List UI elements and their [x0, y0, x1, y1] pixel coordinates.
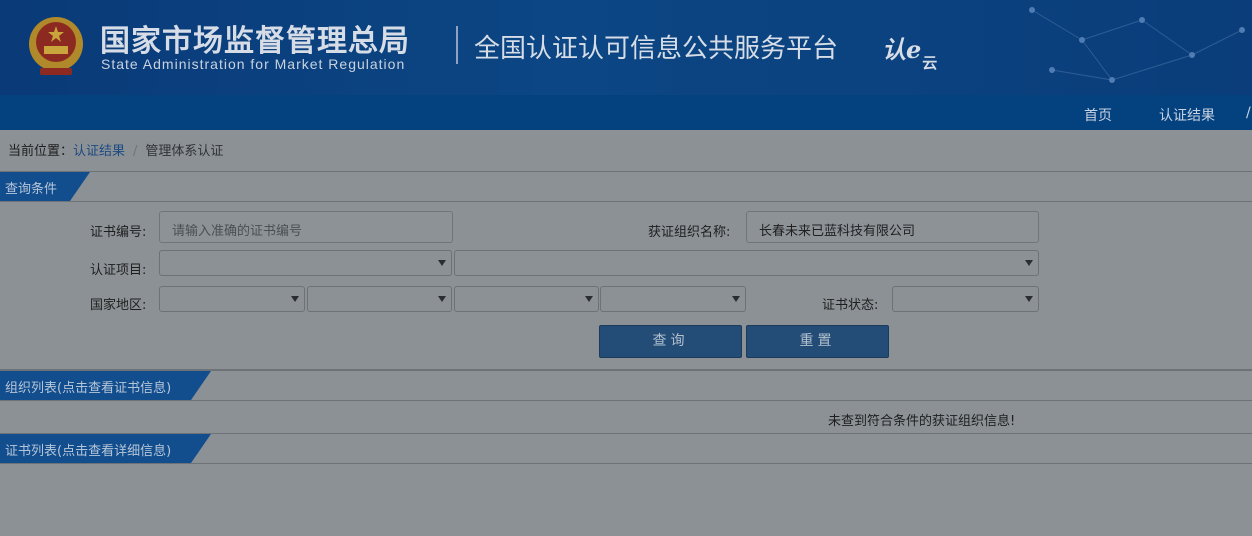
region-select-district[interactable] — [600, 286, 746, 312]
cert-no-input[interactable]: 请输入准确的证书编号 — [159, 211, 453, 243]
cert-project-select-secondary[interactable] — [454, 250, 1039, 276]
search-button[interactable]: 查询 — [599, 325, 742, 358]
agency-name-cn: 国家市场监督管理总局 — [100, 24, 410, 59]
nav-item-home[interactable]: 首页 — [1084, 105, 1112, 125]
national-emblem-logo — [29, 17, 83, 75]
query-section-title: 查询条件 — [5, 182, 58, 197]
logo-text-sub: 云 — [922, 54, 938, 72]
org-list-section-header: 组织列表(点击查看证书信息) — [0, 369, 1252, 401]
chevron-down-icon — [732, 296, 740, 302]
cert-project-select-primary[interactable] — [159, 250, 452, 276]
org-name-input[interactable]: 长春未来已蓝科技有限公司 — [746, 211, 1039, 243]
cert-status-label: 证书状态: — [822, 298, 879, 313]
chevron-down-icon — [1025, 260, 1033, 266]
breadcrumb-prefix: 当前位置： — [8, 144, 74, 159]
cert-list-section-tab: 证书列表(点击查看详细信息) — [0, 434, 211, 463]
region-select-country[interactable] — [159, 286, 305, 312]
chevron-down-icon — [585, 296, 593, 302]
nav-item-cert-results[interactable]: 认证结果 — [1159, 105, 1215, 125]
breadcrumb-link-cert-results[interactable]: 认证结果 — [73, 144, 125, 159]
breadcrumb-current: 管理体系认证 — [145, 144, 224, 159]
org-list-section-title: 组织列表(点击查看证书信息) — [5, 381, 172, 396]
platform-title: 全国认证认可信息公共服务平台 — [474, 34, 839, 64]
breadcrumb: 当前位置：认证结果 / 管理体系认证 — [8, 140, 223, 159]
org-name-label: 获证组织名称: — [648, 225, 731, 240]
org-list-empty-message: 未查到符合条件的获证组织信息! — [828, 414, 1016, 429]
chevron-down-icon — [438, 296, 446, 302]
header-divider — [456, 26, 458, 64]
cert-project-label: 认证项目: — [90, 263, 147, 278]
cert-list-section-title: 证书列表(点击查看详细信息) — [5, 444, 172, 459]
nav-item-more[interactable]: / — [1246, 105, 1251, 121]
breadcrumb-separator: / — [133, 144, 138, 159]
chevron-down-icon — [438, 260, 446, 266]
region-label: 国家地区: — [90, 298, 147, 313]
agency-name-en: State Administration for Market Regulati… — [101, 56, 406, 72]
network-pattern-decoration — [1029, 7, 1245, 83]
cert-no-label: 证书编号: — [90, 225, 147, 240]
logo-text-main: 认e — [882, 35, 922, 64]
main-content: 当前位置：认证结果 / 管理体系认证 查询条件 证书编号: 请输入准确的证书编号 获… — [0, 130, 1252, 536]
region-select-city[interactable] — [454, 286, 599, 312]
chevron-down-icon — [291, 296, 299, 302]
query-section-tab: 查询条件 — [0, 172, 90, 201]
org-list-section-tab: 组织列表(点击查看证书信息) — [0, 371, 211, 400]
site-header: 国家市场监督管理总局 State Administration for Mark… — [0, 0, 1252, 95]
reset-button[interactable]: 重置 — [746, 325, 889, 358]
query-section-header: 查询条件 — [0, 171, 1252, 202]
region-select-province[interactable] — [307, 286, 452, 312]
cert-status-select[interactable] — [892, 286, 1039, 312]
renzheng-cloud-logo: 认e云 — [882, 30, 937, 72]
top-nav-bar: 首页 认证结果 / — [0, 95, 1252, 130]
cert-list-section-header: 证书列表(点击查看详细信息) — [0, 433, 1252, 464]
chevron-down-icon — [1025, 296, 1033, 302]
